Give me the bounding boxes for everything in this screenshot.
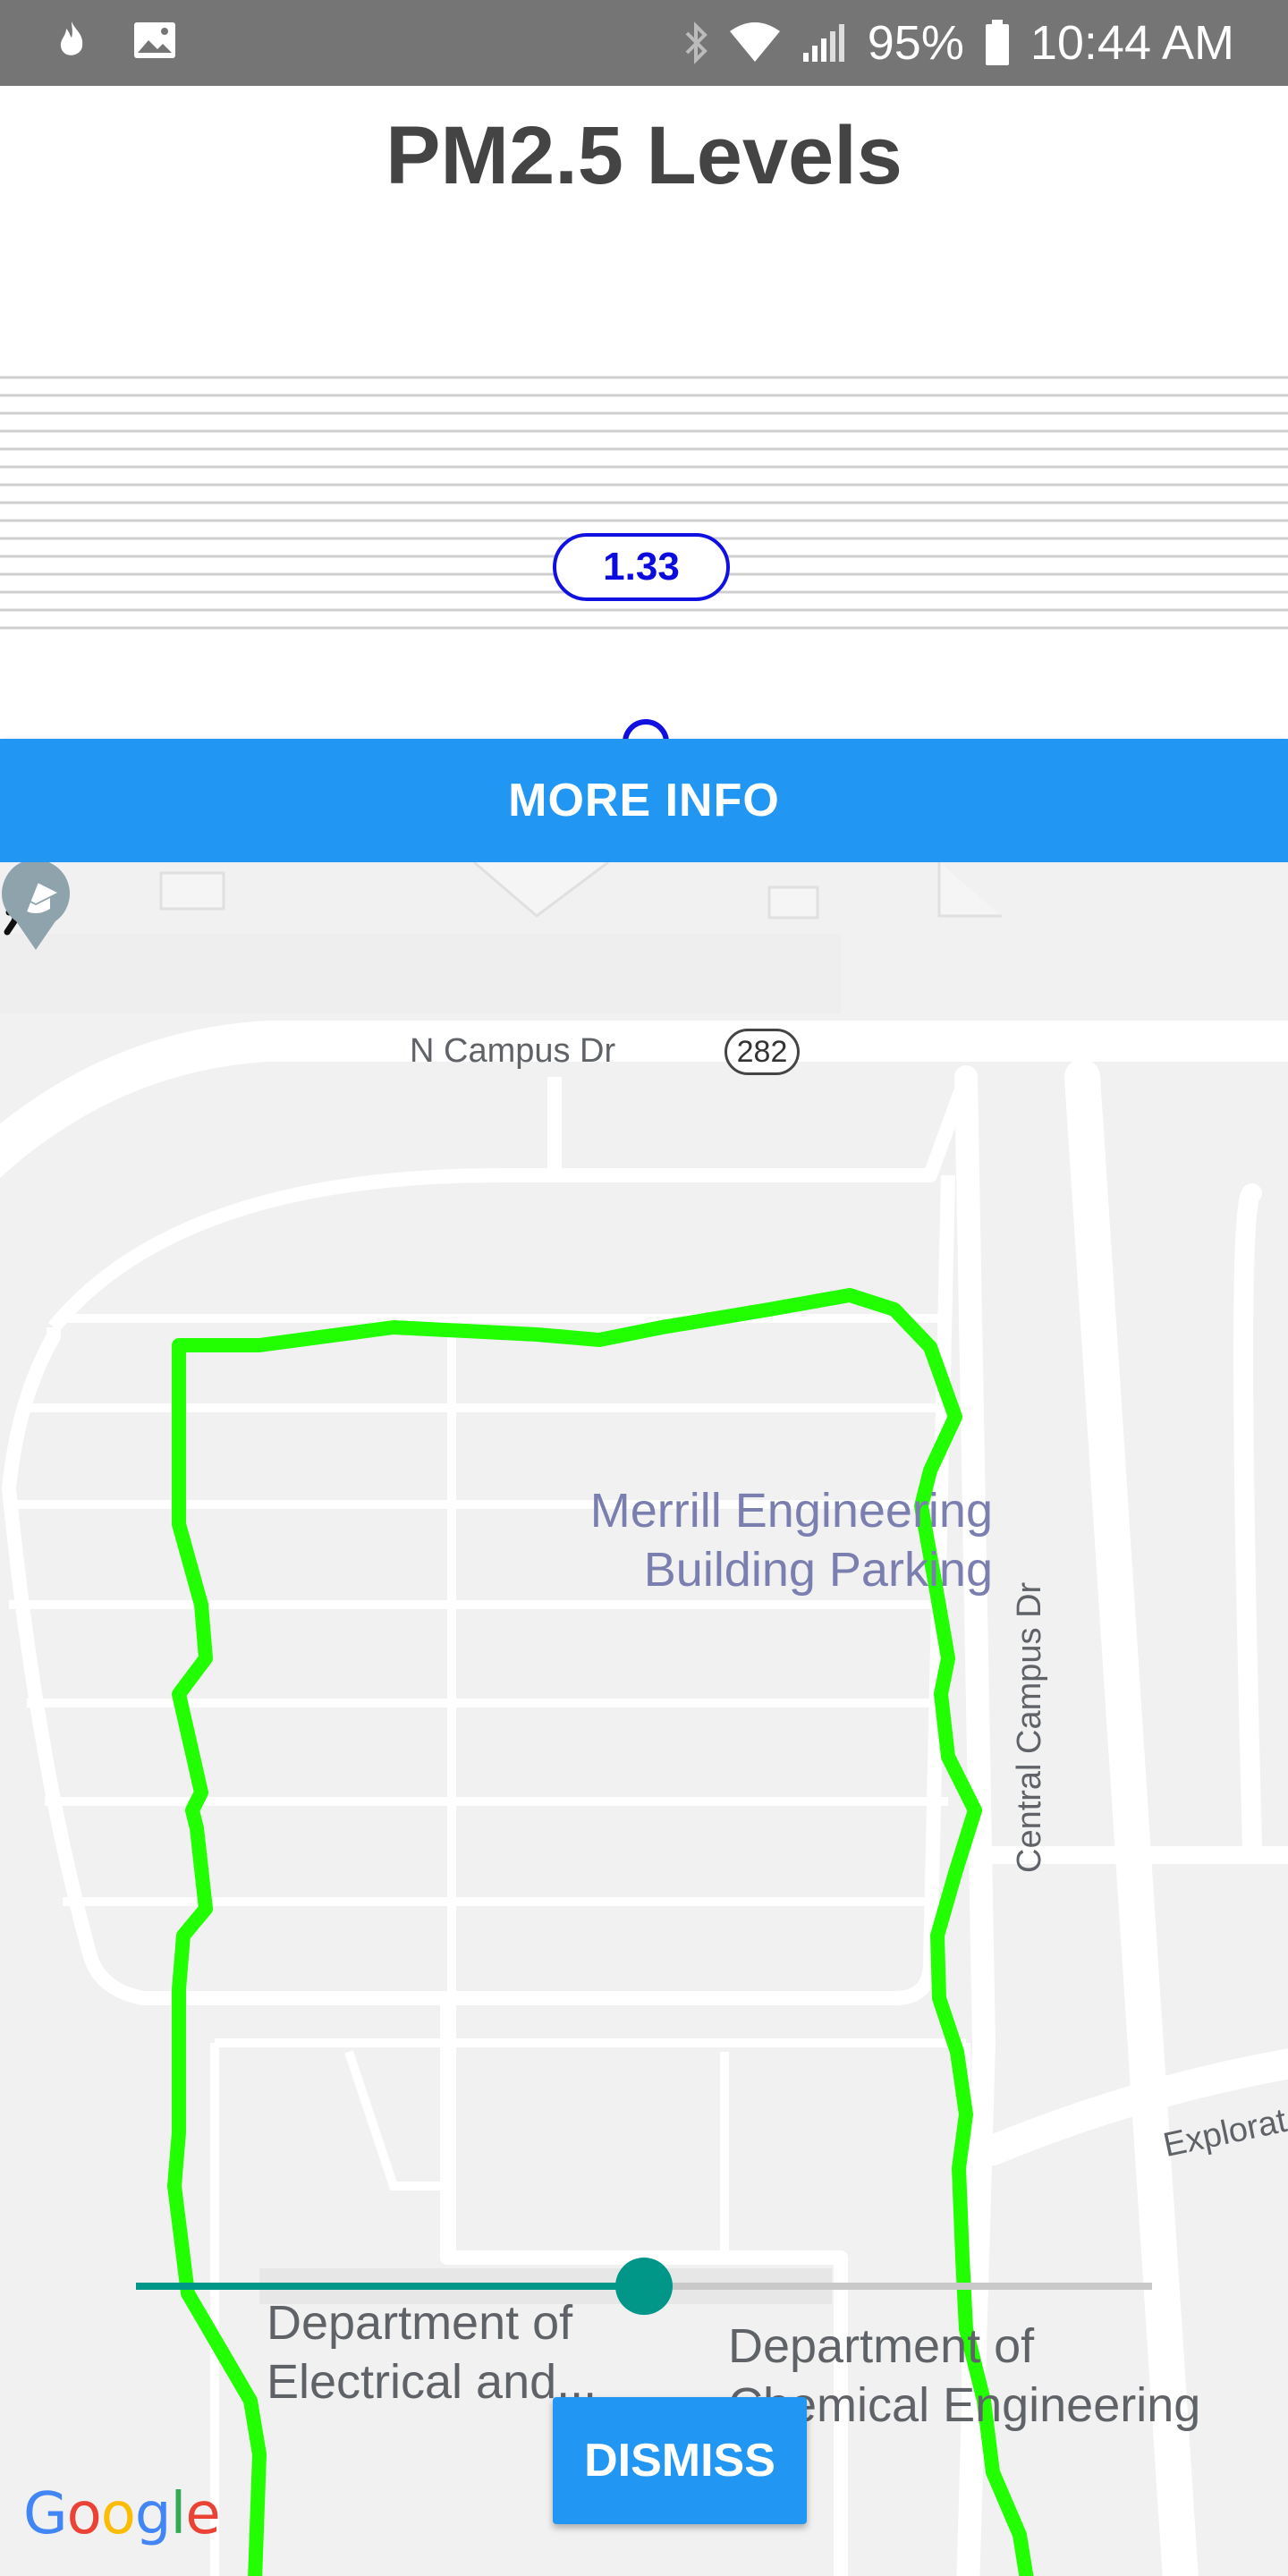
bluetooth-icon [685,21,708,64]
signal-icon [802,24,844,62]
page-title: PM2.5 Levels [386,110,902,201]
place-label-merrill-parking[interactable]: Merrill Engineering Building Parking [501,1481,993,1599]
google-logo-letter: l [170,2481,187,2547]
slider-value-label: 1.33 [553,533,730,601]
background-lines [0,376,1288,630]
pm25-panel: PM2.5 Levels 1.33 [0,86,1288,766]
timeline-slider-thumb[interactable] [615,2258,673,2315]
wifi-icon [729,22,780,62]
more-info-button[interactable]: MORE INFO [0,739,1288,862]
university-pin-icon[interactable] [0,862,45,925]
google-logo-letter: e [185,2481,220,2547]
fire-icon [60,21,83,55]
place-label-line: Merrill Engineering [589,1484,993,1538]
google-logo: Google [23,2481,221,2547]
google-logo-letter: o [66,2481,102,2547]
place-label-line: Electrical and... [267,2355,597,2409]
battery-percent: 95% [867,16,964,70]
timeline-slider-track[interactable] [644,2283,1152,2290]
place-label-line: Building Parking [643,1543,993,1597]
route-shield: 282 [724,1029,800,1075]
google-logo-letter: o [100,2481,136,2547]
street-label-central-campus-dr: Central Campus Dr [1011,1581,1048,1873]
google-logo-letter: G [23,2481,68,2547]
image-icon [134,22,175,58]
place-label-dept-electrical[interactable]: Department of Electrical and... [267,2293,597,2411]
map-view[interactable]: N Campus Dr 282 Merrill Engineering Buil… [0,862,1288,2576]
clock: 10:44 AM [1030,16,1234,70]
place-label-line: Department of [267,2296,573,2350]
status-bar: 95% 10:44 AM [0,0,1288,86]
battery-icon [985,20,1009,65]
place-label-line: Department of [728,2319,1035,2373]
google-logo-letter: g [134,2481,172,2547]
timeline-slider-progress[interactable] [136,2283,644,2290]
dismiss-button[interactable]: DISMISS [553,2397,807,2524]
street-label-n-campus-dr: N Campus Dr [410,1032,616,1070]
